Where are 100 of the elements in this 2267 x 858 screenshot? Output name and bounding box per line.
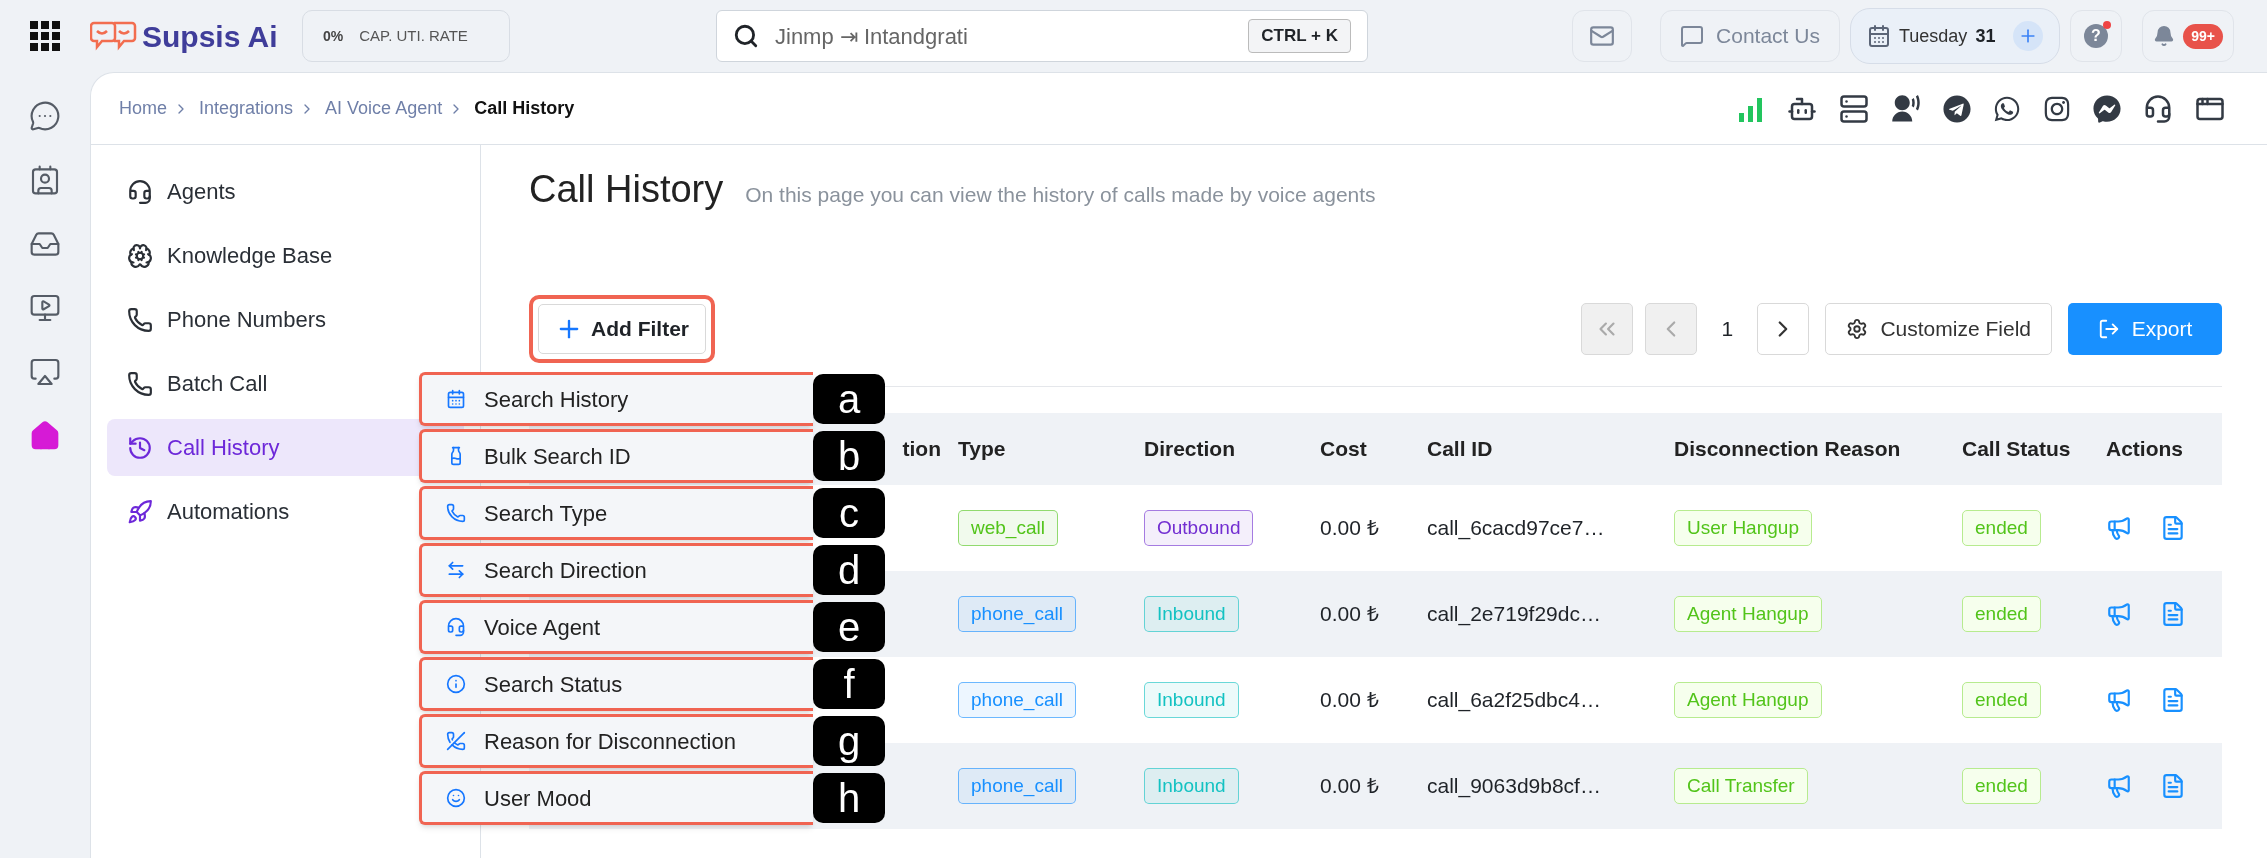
marker-label: b <box>813 431 885 481</box>
calendar-icon <box>446 389 466 409</box>
paper-plane-icon[interactable] <box>1943 94 1971 123</box>
marker-label: a <box>813 374 885 424</box>
search-icon <box>733 23 759 49</box>
contact-card-icon[interactable] <box>29 164 61 196</box>
status-tag: ended <box>1962 595 2041 633</box>
screen-cast-icon[interactable] <box>29 356 61 388</box>
filter-menu-item[interactable]: Bulk Search ID <box>419 429 813 483</box>
marker-label: h <box>813 773 885 823</box>
document-icon[interactable] <box>2160 773 2186 799</box>
status-tag: ended <box>1962 509 2041 547</box>
phone-off-icon <box>446 731 466 751</box>
speaking-person-icon[interactable] <box>1891 93 1921 124</box>
mail-icon <box>1589 23 1615 49</box>
add-button[interactable] <box>2013 21 2043 51</box>
reason-tag: Call Transfer <box>1674 767 1808 805</box>
calendar-icon <box>1867 24 1891 48</box>
document-icon[interactable] <box>2160 687 2186 713</box>
filter-menu-item[interactable]: Search Direction <box>419 543 813 597</box>
table-cell-text: call_2e719f29dc… <box>1426 601 1602 628</box>
customize-field-button[interactable]: Customize Field <box>1825 303 2052 355</box>
table-cell-text: 0.00 ₺ <box>1319 601 1380 628</box>
megaphone-icon[interactable] <box>2106 515 2132 541</box>
history-icon <box>127 434 153 461</box>
instagram-icon[interactable] <box>2043 94 2071 123</box>
arrows-icon <box>446 560 466 580</box>
page-title: Call History <box>529 167 724 212</box>
megaphone-icon[interactable] <box>2106 687 2132 713</box>
megaphone-icon[interactable] <box>2106 601 2132 627</box>
export-icon <box>2097 318 2120 340</box>
whatsapp-icon[interactable] <box>1993 94 2021 123</box>
column-header: Actions <box>2105 436 2184 463</box>
home-icon[interactable] <box>29 420 61 452</box>
direction-tag: Inbound <box>1144 681 1239 719</box>
phone-icon <box>127 306 153 333</box>
megaphone-icon[interactable] <box>2106 773 2132 799</box>
mail-button[interactable] <box>1572 10 1632 62</box>
table-cell-text: call_6a2f25dbc4… <box>1426 687 1602 714</box>
shortcut-key: CTRL + K <box>1248 19 1351 53</box>
sidebar-item[interactable]: Phone Numbers <box>107 291 464 348</box>
chat-icon[interactable] <box>29 100 61 132</box>
capacity-value: 0% <box>323 26 344 46</box>
status-tag: ended <box>1962 767 2041 805</box>
marker-label: d <box>813 545 885 595</box>
table-cell-text: call_9063d9b8cf… <box>1426 773 1602 800</box>
bell-icon <box>2153 25 2176 47</box>
direction-tag: Outbound <box>1144 509 1254 547</box>
marker-label: c <box>813 488 885 538</box>
marker-label: f <box>813 659 885 709</box>
status-tag: ended <box>1962 681 2041 719</box>
info-icon <box>446 674 466 694</box>
type-tag: phone_call <box>958 767 1076 805</box>
server-icon[interactable] <box>1839 93 1869 124</box>
table-cell-text: call_6cacd97ce7… <box>1426 515 1606 542</box>
add-filter-button[interactable]: Add Filter <box>538 304 706 354</box>
table-cell-text: 0.00 ₺ <box>1319 515 1380 542</box>
breadcrumb-link[interactable]: Integrations <box>199 95 294 122</box>
filter-menu-item[interactable]: User Mood <box>419 771 813 825</box>
column-header: Disconnection Reason <box>1673 436 1902 463</box>
headset-icon[interactable] <box>2143 93 2173 124</box>
column-header: Call Status <box>1961 436 2072 463</box>
help-button[interactable]: ? <box>2070 10 2122 62</box>
sidebar-item[interactable]: Knowledge Base <box>107 227 464 284</box>
reason-tag: Agent Hangup <box>1674 595 1822 633</box>
direction-tag: Inbound <box>1144 595 1239 633</box>
reason-tag: User Hangup <box>1674 509 1812 547</box>
filter-menu-item[interactable]: Voice Agent <box>419 600 813 654</box>
search-field[interactable]: Jinmp ⇥ Intandgrati <box>775 19 1233 53</box>
document-icon[interactable] <box>2160 515 2186 541</box>
brain-icon <box>127 242 153 269</box>
table-cell-text: 0.00 ₺ <box>1319 687 1380 714</box>
direction-tag: Inbound <box>1144 767 1239 805</box>
filter-menu-item[interactable]: Reason for Disconnection <box>419 714 813 768</box>
headset-icon <box>446 617 466 637</box>
notification-count: 99+ <box>2183 23 2223 49</box>
filter-menu-item[interactable]: Search Type <box>419 486 813 540</box>
monitor-play-icon[interactable] <box>29 292 61 324</box>
help-icon: ? <box>2084 24 2108 48</box>
filter-menu-item[interactable]: Search History <box>419 372 813 426</box>
chat-icon <box>1680 24 1705 48</box>
notifications-button[interactable]: 99+ <box>2142 10 2234 62</box>
column-header: Direction <box>1143 436 1236 463</box>
capacity-label: CAP. UTI. RATE <box>359 25 468 46</box>
smile-icon <box>446 788 466 808</box>
type-tag: web_call <box>958 509 1058 547</box>
column-header: tion <box>902 436 942 463</box>
type-tag: phone_call <box>958 681 1076 719</box>
apps-grid-icon[interactable] <box>30 21 60 51</box>
breadcrumb-link[interactable]: AI Voice Agent <box>325 95 443 122</box>
filter-menu-item[interactable]: Search Status <box>419 657 813 711</box>
phone-icon <box>446 503 466 523</box>
page-subtitle: On this page you can view the history of calls made by voice agents <box>745 182 1376 208</box>
marker-label: e <box>813 602 885 652</box>
sidebar-item[interactable]: Agents <box>107 163 464 220</box>
messenger-icon[interactable] <box>2093 94 2121 123</box>
day-number: 31 <box>1975 24 1996 48</box>
search-bar[interactable]: Jinmp ⇥ Intandgrati CTRL + K <box>716 10 1368 62</box>
document-icon[interactable] <box>2160 601 2186 627</box>
breadcrumb-link[interactable]: Home <box>119 95 167 122</box>
